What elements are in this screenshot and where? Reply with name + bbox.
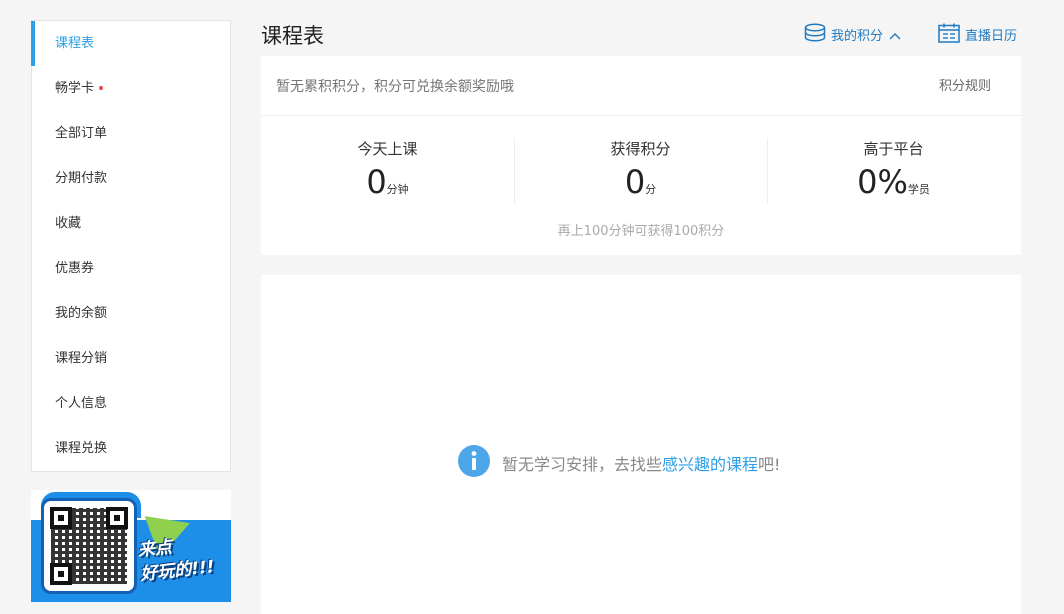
sidebar-item-label: 分期付款 — [55, 171, 108, 186]
sidebar-item-redeem[interactable]: 课程兑换 — [32, 426, 230, 471]
empty-message: 暂无学习安排，去找些 感兴趣的课程 吧! — [458, 445, 781, 481]
sidebar-item-installments[interactable]: 分期付款 — [32, 156, 230, 201]
my-points-label: 我的积分 — [831, 29, 884, 44]
info-icon — [458, 445, 490, 481]
sidebar-item-label: 课程表 — [55, 36, 95, 51]
stat-above-platform: 高于平台 0%学员 — [767, 138, 1020, 216]
schedule-empty-card: 暂无学习安排，去找些 感兴趣的课程 吧! — [261, 275, 1021, 614]
new-dot-badge — [99, 85, 104, 90]
points-tip: 暂无累积积分，积分可兑换余额奖励哦 — [276, 79, 514, 95]
stat-unit: 分 — [645, 183, 657, 196]
empty-text-before: 暂无学习安排，去找些 — [502, 455, 663, 474]
qr-finder-top-left — [50, 507, 72, 529]
database-icon — [804, 23, 826, 51]
qr-code-frame — [41, 498, 137, 594]
stat-label: 今天上课 — [357, 140, 418, 158]
sidebar-item-distribution[interactable]: 课程分销 — [32, 336, 230, 381]
sidebar-item-coupons[interactable]: 优惠券 — [32, 246, 230, 291]
empty-text-after: 吧! — [758, 455, 781, 474]
stat-value: 0 — [366, 163, 387, 201]
page-title: 课程表 — [261, 24, 324, 48]
sidebar-item-label: 我的余额 — [55, 306, 108, 321]
interesting-courses-link[interactable]: 感兴趣的课程 — [662, 451, 758, 475]
sidebar-item-label: 课程兑换 — [55, 441, 108, 456]
stat-label: 获得积分 — [610, 140, 671, 158]
sidebar-item-label: 畅学卡 — [55, 81, 95, 96]
sidebar-item-label: 全部订单 — [55, 126, 108, 141]
points-stats: 今天上课 0分钟 获得积分 0分 高于平台 0%学员 — [261, 116, 1021, 216]
chevron-up-icon — [889, 26, 901, 48]
stat-unit: 学员 — [907, 183, 930, 196]
stat-value-group: 0%学员 — [767, 162, 1020, 202]
live-calendar-button[interactable]: 直播日历 — [938, 23, 1018, 51]
sidebar-item-orders[interactable]: 全部订单 — [32, 111, 230, 156]
stat-value-group: 0分 — [514, 162, 767, 202]
sidebar-item-schedule[interactable]: 课程表 — [31, 21, 230, 66]
stat-today-class: 今天上课 0分钟 — [261, 138, 514, 216]
stat-label: 高于平台 — [863, 140, 924, 158]
sidebar-item-label: 个人信息 — [55, 396, 108, 411]
points-tip-row: 暂无累积积分，积分可兑换余额奖励哦 积分规则 — [261, 56, 1021, 116]
stat-value: 0% — [857, 163, 908, 201]
my-points-button[interactable]: 我的积分 — [804, 23, 901, 51]
qr-finder-top-right — [106, 507, 128, 529]
promo-slogan: 来点 好玩的!!! — [137, 529, 231, 586]
points-hint: 再上100分钟可获得100积分 — [557, 224, 725, 239]
stat-unit: 分钟 — [386, 183, 409, 196]
sidebar-item-favorites[interactable]: 收藏 — [32, 201, 230, 246]
sidebar-item-study-card[interactable]: 畅学卡 — [32, 66, 230, 111]
points-rules-link[interactable]: 积分规则 — [939, 56, 991, 118]
calendar-icon — [938, 23, 960, 51]
stat-earned-points: 获得积分 0分 — [514, 138, 767, 216]
points-card: 暂无累积积分，积分可兑换余额奖励哦 积分规则 今天上课 0分钟 获得积分 0分 … — [261, 56, 1021, 255]
sidebar: 课程表 畅学卡 全部订单 分期付款 收藏 优惠券 我的余额 课程分销 个人信息 … — [31, 20, 231, 472]
sidebar-item-label: 优惠券 — [55, 261, 95, 276]
sidebar-item-label: 课程分销 — [55, 351, 108, 366]
sidebar-item-label: 收藏 — [55, 216, 82, 231]
live-calendar-label: 直播日历 — [965, 29, 1018, 44]
sidebar-item-profile[interactable]: 个人信息 — [32, 381, 230, 426]
stat-value-group: 0分钟 — [261, 162, 514, 202]
promo-banner[interactable]: 来点 好玩的!!! — [31, 490, 231, 602]
qr-finder-bottom-left — [50, 563, 72, 585]
sidebar-item-balance[interactable]: 我的余额 — [32, 291, 230, 336]
stat-value: 0 — [624, 163, 646, 201]
